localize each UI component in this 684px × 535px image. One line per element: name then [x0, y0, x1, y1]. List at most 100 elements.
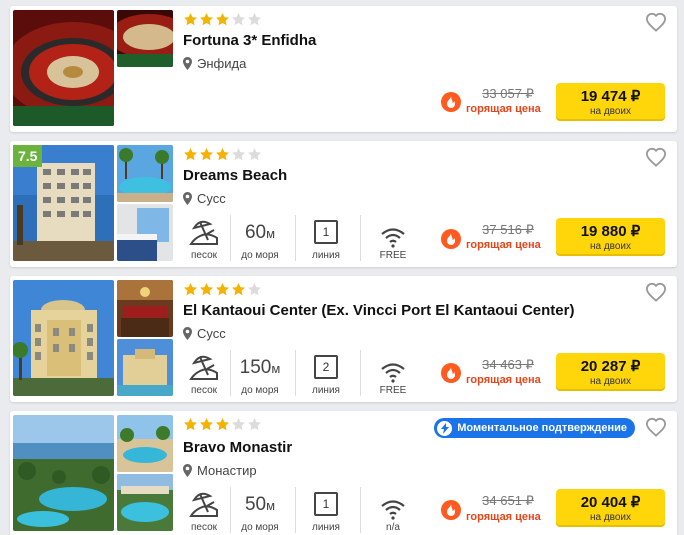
hotel-name[interactable]: El Kantaoui Center (Ex. Vincci Port El K… [183, 302, 574, 319]
divider [230, 350, 231, 396]
wifi-icon [381, 228, 405, 248]
hotel-card[interactable]: Bravo Monastir Монастир Моментальное под… [10, 411, 677, 535]
amenity-line: 1 линия [302, 487, 350, 533]
star-filled-icon [216, 417, 229, 431]
star-rating [183, 147, 262, 163]
hotel-photo-thumb[interactable] [117, 10, 173, 67]
hotel-location: Энфида [183, 56, 246, 71]
location-label: Сусс [197, 191, 226, 206]
star-empty-icon [248, 147, 261, 161]
hotel-location: Монастир [183, 463, 257, 478]
hotel-photo-thumb[interactable] [117, 204, 173, 261]
hot-price-label: горящая цена [466, 374, 541, 386]
amenity-beach: песок [183, 215, 225, 261]
beach-line-label: линия [312, 250, 340, 261]
amenity-distance: 60м до моря [234, 215, 286, 261]
hotel-name[interactable]: Dreams Beach [183, 167, 287, 184]
price-button[interactable]: 20 287 ₽ на двоих [556, 353, 665, 391]
price-value: 19 474 ₽ [580, 88, 641, 105]
beach-icon [189, 220, 218, 245]
old-price: 34 463 ₽ [482, 357, 534, 372]
star-filled-icon [184, 417, 197, 431]
star-rating [183, 417, 262, 433]
distance-value: 60 [244, 222, 267, 243]
beach-icon [189, 355, 218, 380]
amenity-wifi: n/a [372, 487, 414, 533]
wifi-icon [381, 500, 405, 520]
price-value: 20 404 ₽ [580, 494, 641, 511]
price-button[interactable]: 19 474 ₽ на двоих [556, 83, 665, 121]
beach-type-label: песок [190, 385, 218, 396]
wifi-label: n/a [386, 522, 400, 533]
map-pin-icon [183, 192, 192, 205]
divider [295, 215, 296, 261]
hotel-photo-thumb[interactable] [117, 474, 173, 531]
hot-price-fire-icon [441, 92, 461, 112]
hotel-location: Сусс [183, 326, 226, 341]
price-value: 20 287 ₽ [580, 358, 641, 375]
divider [360, 350, 361, 396]
instant-confirmation-badge: Моментальное подтверждение [434, 418, 635, 438]
hotel-name[interactable]: Bravo Monastir [183, 439, 292, 456]
map-pin-icon [183, 57, 192, 70]
hot-price-fire-icon [441, 363, 461, 383]
star-filled-icon [216, 282, 229, 296]
star-empty-icon [232, 417, 245, 431]
old-price: 33 057 ₽ [482, 86, 534, 101]
distance-unit: м [266, 498, 276, 513]
distance-value: 150 [239, 357, 272, 378]
hotel-card[interactable]: 7.5 Dreams Beach Сусс песок 60м до моря … [10, 141, 677, 267]
star-rating [183, 282, 262, 298]
star-empty-icon [232, 147, 245, 161]
star-filled-icon [184, 282, 197, 296]
amenity-beach: песок [183, 487, 225, 533]
hotel-photo-main[interactable] [13, 10, 114, 126]
beach-type-label: песок [190, 250, 218, 261]
price-note: на двоих [589, 376, 632, 387]
favorite-heart-icon[interactable] [645, 282, 667, 302]
hotel-photo-thumb[interactable] [117, 145, 173, 202]
divider [295, 487, 296, 533]
hotel-photo-thumb[interactable] [117, 339, 173, 396]
hotel-photo-thumb[interactable] [117, 415, 173, 472]
wifi-icon [381, 363, 405, 383]
star-filled-icon [184, 147, 197, 161]
price-button[interactable]: 19 880 ₽ на двоих [556, 218, 665, 256]
hotel-photo-main[interactable] [13, 280, 114, 396]
lightning-icon [437, 420, 453, 436]
amenity-beach: песок [183, 350, 225, 396]
rating-badge: 7.5 [13, 145, 43, 167]
favorite-heart-icon[interactable] [645, 12, 667, 32]
star-rating [183, 12, 262, 28]
favorite-heart-icon[interactable] [645, 417, 667, 437]
amenity-wifi: FREE [372, 215, 414, 261]
star-filled-icon [184, 12, 197, 26]
amenity-line: 2 линия [302, 350, 350, 396]
hotel-card[interactable]: Fortuna 3* Enfidha Энфида 33 057 ₽ горящ… [10, 6, 677, 132]
price-note: на двоих [589, 241, 632, 252]
map-pin-icon [183, 464, 192, 477]
star-filled-icon [216, 147, 229, 161]
hotel-card[interactable]: El Kantaoui Center (Ex. Vincci Port El K… [10, 276, 677, 402]
hot-price-fire-icon [441, 229, 461, 249]
hot-price-label: горящая цена [466, 511, 541, 523]
hotel-photo-thumb[interactable] [117, 280, 173, 337]
price-note: на двоих [589, 512, 632, 523]
distance-label: до моря [241, 250, 279, 261]
star-empty-icon [248, 12, 261, 26]
hotel-name[interactable]: Fortuna 3* Enfidha [183, 32, 316, 49]
location-label: Монастир [197, 463, 257, 478]
hot-price-fire-icon [441, 500, 461, 520]
location-label: Сусс [197, 326, 226, 341]
beach-icon [189, 492, 218, 517]
price-button[interactable]: 20 404 ₽ на двоих [556, 489, 665, 527]
amenity-line: 1 линия [302, 215, 350, 261]
star-filled-icon [232, 282, 245, 296]
distance-label: до моря [241, 522, 279, 533]
favorite-heart-icon[interactable] [645, 147, 667, 167]
hotel-photo-main[interactable] [13, 415, 114, 531]
star-empty-icon [248, 282, 261, 296]
star-filled-icon [200, 12, 213, 26]
distance-value: 50 [244, 494, 267, 515]
beach-type-label: песок [190, 522, 218, 533]
